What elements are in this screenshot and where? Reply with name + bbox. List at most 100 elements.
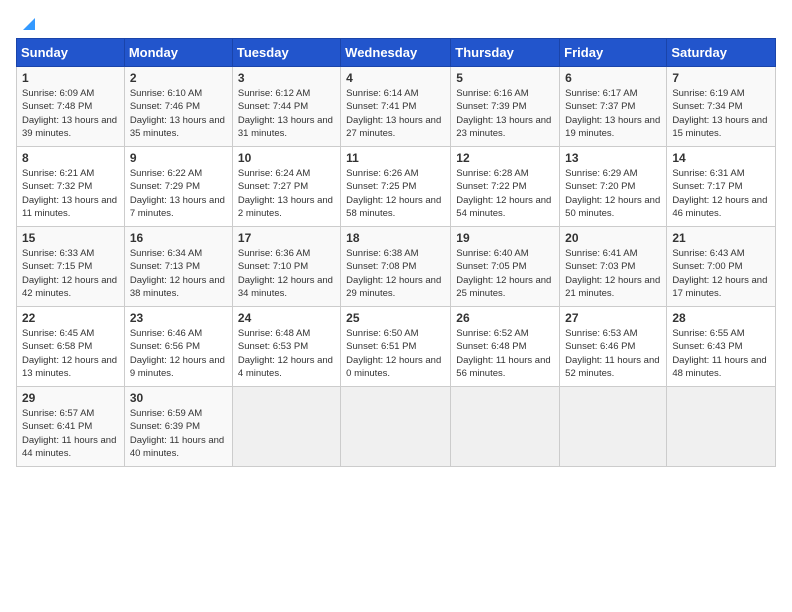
calendar-cell: 28 Sunrise: 6:55 AMSunset: 6:43 PMDaylig…: [667, 307, 776, 387]
calendar-cell: 4 Sunrise: 6:14 AMSunset: 7:41 PMDayligh…: [341, 67, 451, 147]
calendar-cell: 29 Sunrise: 6:57 AMSunset: 6:41 PMDaylig…: [17, 387, 125, 467]
calendar-header-row: SundayMondayTuesdayWednesdayThursdayFrid…: [17, 39, 776, 67]
calendar-body: 1 Sunrise: 6:09 AMSunset: 7:48 PMDayligh…: [17, 67, 776, 467]
calendar-cell: 13 Sunrise: 6:29 AMSunset: 7:20 PMDaylig…: [560, 147, 667, 227]
calendar-cell: 24 Sunrise: 6:48 AMSunset: 6:53 PMDaylig…: [232, 307, 340, 387]
day-info: Sunrise: 6:48 AMSunset: 6:53 PMDaylight:…: [238, 328, 333, 379]
day-info: Sunrise: 6:38 AMSunset: 7:08 PMDaylight:…: [346, 248, 441, 299]
day-number: 26: [456, 311, 554, 325]
calendar-cell: 5 Sunrise: 6:16 AMSunset: 7:39 PMDayligh…: [451, 67, 560, 147]
day-info: Sunrise: 6:41 AMSunset: 7:03 PMDaylight:…: [565, 248, 660, 299]
day-info: Sunrise: 6:59 AMSunset: 6:39 PMDaylight:…: [130, 408, 224, 459]
calendar-cell: 9 Sunrise: 6:22 AMSunset: 7:29 PMDayligh…: [124, 147, 232, 227]
day-number: 18: [346, 231, 445, 245]
day-number: 13: [565, 151, 661, 165]
day-info: Sunrise: 6:19 AMSunset: 7:34 PMDaylight:…: [672, 88, 767, 139]
day-info: Sunrise: 6:53 AMSunset: 6:46 PMDaylight:…: [565, 328, 659, 379]
day-info: Sunrise: 6:21 AMSunset: 7:32 PMDaylight:…: [22, 168, 117, 219]
calendar-cell: 30 Sunrise: 6:59 AMSunset: 6:39 PMDaylig…: [124, 387, 232, 467]
day-info: Sunrise: 6:22 AMSunset: 7:29 PMDaylight:…: [130, 168, 225, 219]
day-number: 19: [456, 231, 554, 245]
calendar-cell: 23 Sunrise: 6:46 AMSunset: 6:56 PMDaylig…: [124, 307, 232, 387]
col-header-saturday: Saturday: [667, 39, 776, 67]
day-info: Sunrise: 6:24 AMSunset: 7:27 PMDaylight:…: [238, 168, 333, 219]
calendar-cell: 1 Sunrise: 6:09 AMSunset: 7:48 PMDayligh…: [17, 67, 125, 147]
logo-icon: [17, 16, 35, 32]
day-number: 24: [238, 311, 335, 325]
col-header-sunday: Sunday: [17, 39, 125, 67]
day-number: 10: [238, 151, 335, 165]
calendar-cell: 14 Sunrise: 6:31 AMSunset: 7:17 PMDaylig…: [667, 147, 776, 227]
calendar-cell: 10 Sunrise: 6:24 AMSunset: 7:27 PMDaylig…: [232, 147, 340, 227]
day-info: Sunrise: 6:26 AMSunset: 7:25 PMDaylight:…: [346, 168, 441, 219]
col-header-wednesday: Wednesday: [341, 39, 451, 67]
calendar-week-row: 1 Sunrise: 6:09 AMSunset: 7:48 PMDayligh…: [17, 67, 776, 147]
day-number: 12: [456, 151, 554, 165]
calendar-cell: 6 Sunrise: 6:17 AMSunset: 7:37 PMDayligh…: [560, 67, 667, 147]
day-info: Sunrise: 6:28 AMSunset: 7:22 PMDaylight:…: [456, 168, 551, 219]
day-number: 29: [22, 391, 119, 405]
calendar-cell: [451, 387, 560, 467]
day-info: Sunrise: 6:46 AMSunset: 6:56 PMDaylight:…: [130, 328, 225, 379]
day-info: Sunrise: 6:16 AMSunset: 7:39 PMDaylight:…: [456, 88, 551, 139]
day-number: 23: [130, 311, 227, 325]
day-info: Sunrise: 6:29 AMSunset: 7:20 PMDaylight:…: [565, 168, 660, 219]
calendar-cell: 21 Sunrise: 6:43 AMSunset: 7:00 PMDaylig…: [667, 227, 776, 307]
day-info: Sunrise: 6:12 AMSunset: 7:44 PMDaylight:…: [238, 88, 333, 139]
day-info: Sunrise: 6:43 AMSunset: 7:00 PMDaylight:…: [672, 248, 767, 299]
day-info: Sunrise: 6:36 AMSunset: 7:10 PMDaylight:…: [238, 248, 333, 299]
day-info: Sunrise: 6:33 AMSunset: 7:15 PMDaylight:…: [22, 248, 117, 299]
day-number: 7: [672, 71, 770, 85]
page-header: [16, 16, 776, 32]
day-info: Sunrise: 6:34 AMSunset: 7:13 PMDaylight:…: [130, 248, 225, 299]
calendar-cell: 15 Sunrise: 6:33 AMSunset: 7:15 PMDaylig…: [17, 227, 125, 307]
calendar-cell: 27 Sunrise: 6:53 AMSunset: 6:46 PMDaylig…: [560, 307, 667, 387]
calendar-cell: 25 Sunrise: 6:50 AMSunset: 6:51 PMDaylig…: [341, 307, 451, 387]
calendar-cell: 26 Sunrise: 6:52 AMSunset: 6:48 PMDaylig…: [451, 307, 560, 387]
calendar-cell: 2 Sunrise: 6:10 AMSunset: 7:46 PMDayligh…: [124, 67, 232, 147]
day-info: Sunrise: 6:14 AMSunset: 7:41 PMDaylight:…: [346, 88, 441, 139]
day-number: 1: [22, 71, 119, 85]
day-number: 11: [346, 151, 445, 165]
day-info: Sunrise: 6:31 AMSunset: 7:17 PMDaylight:…: [672, 168, 767, 219]
day-number: 6: [565, 71, 661, 85]
day-info: Sunrise: 6:09 AMSunset: 7:48 PMDaylight:…: [22, 88, 117, 139]
day-number: 5: [456, 71, 554, 85]
day-number: 22: [22, 311, 119, 325]
day-info: Sunrise: 6:17 AMSunset: 7:37 PMDaylight:…: [565, 88, 660, 139]
calendar-cell: 17 Sunrise: 6:36 AMSunset: 7:10 PMDaylig…: [232, 227, 340, 307]
day-info: Sunrise: 6:40 AMSunset: 7:05 PMDaylight:…: [456, 248, 551, 299]
calendar-cell: [560, 387, 667, 467]
calendar-cell: [341, 387, 451, 467]
calendar-week-row: 29 Sunrise: 6:57 AMSunset: 6:41 PMDaylig…: [17, 387, 776, 467]
calendar-cell: 8 Sunrise: 6:21 AMSunset: 7:32 PMDayligh…: [17, 147, 125, 227]
calendar-cell: 20 Sunrise: 6:41 AMSunset: 7:03 PMDaylig…: [560, 227, 667, 307]
day-info: Sunrise: 6:50 AMSunset: 6:51 PMDaylight:…: [346, 328, 441, 379]
day-number: 28: [672, 311, 770, 325]
day-info: Sunrise: 6:52 AMSunset: 6:48 PMDaylight:…: [456, 328, 550, 379]
day-number: 17: [238, 231, 335, 245]
calendar-table: SundayMondayTuesdayWednesdayThursdayFrid…: [16, 38, 776, 467]
day-info: Sunrise: 6:45 AMSunset: 6:58 PMDaylight:…: [22, 328, 117, 379]
calendar-cell: 18 Sunrise: 6:38 AMSunset: 7:08 PMDaylig…: [341, 227, 451, 307]
day-number: 2: [130, 71, 227, 85]
day-number: 15: [22, 231, 119, 245]
col-header-thursday: Thursday: [451, 39, 560, 67]
calendar-cell: 3 Sunrise: 6:12 AMSunset: 7:44 PMDayligh…: [232, 67, 340, 147]
day-number: 8: [22, 151, 119, 165]
day-number: 30: [130, 391, 227, 405]
day-number: 21: [672, 231, 770, 245]
calendar-cell: 22 Sunrise: 6:45 AMSunset: 6:58 PMDaylig…: [17, 307, 125, 387]
day-number: 16: [130, 231, 227, 245]
day-number: 14: [672, 151, 770, 165]
calendar-cell: 7 Sunrise: 6:19 AMSunset: 7:34 PMDayligh…: [667, 67, 776, 147]
day-info: Sunrise: 6:55 AMSunset: 6:43 PMDaylight:…: [672, 328, 766, 379]
day-number: 4: [346, 71, 445, 85]
day-number: 3: [238, 71, 335, 85]
logo: [16, 16, 35, 32]
calendar-week-row: 15 Sunrise: 6:33 AMSunset: 7:15 PMDaylig…: [17, 227, 776, 307]
day-number: 9: [130, 151, 227, 165]
calendar-cell: 16 Sunrise: 6:34 AMSunset: 7:13 PMDaylig…: [124, 227, 232, 307]
day-number: 20: [565, 231, 661, 245]
day-number: 27: [565, 311, 661, 325]
